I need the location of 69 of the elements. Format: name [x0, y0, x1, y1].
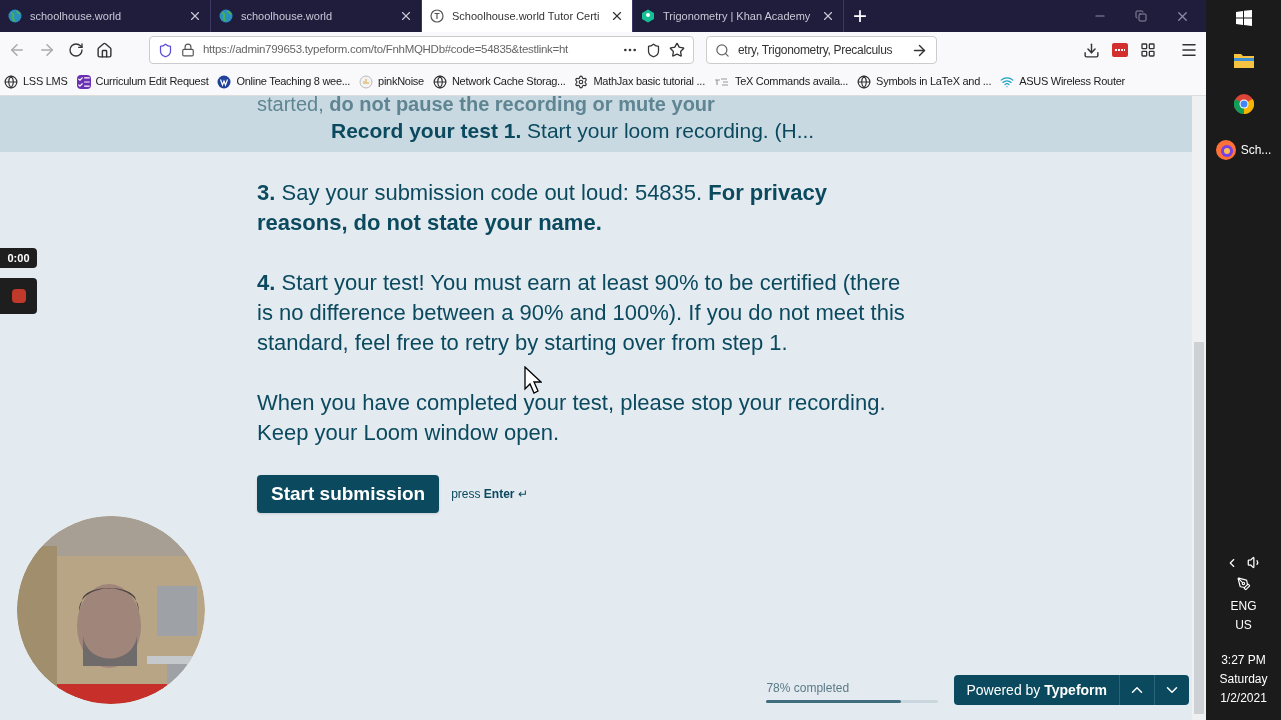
- scribble-icon: [713, 76, 730, 87]
- list-icon: [76, 74, 91, 89]
- bookmark-link[interactable]: Symbols in LaTeX and ...: [876, 73, 992, 90]
- hexagon-icon: [641, 9, 655, 23]
- menu-icon[interactable]: [1180, 41, 1198, 59]
- dots-extension-icon[interactable]: [1112, 43, 1128, 57]
- globe-icon: [4, 74, 18, 89]
- instruction-paragraph: When you have completed your test, please stop your recording. Keep your Loom window open.: [257, 389, 887, 447]
- firefox-icon[interactable]: [1215, 140, 1236, 160]
- tab-title: schoolhouse.world: [241, 8, 334, 24]
- bookmark-link[interactable]: Online Teaching 8 wee...: [236, 73, 351, 90]
- circle-logo-icon: [217, 74, 232, 89]
- bookmark-link[interactable]: TeX Commands availa...: [734, 73, 849, 90]
- faded-text: started, do not pause the recording or mute your: [257, 96, 715, 115]
- url-text: https://admin799653.typeform.com/to/FnhMQHDb#code=54835&testlink=ht: [203, 42, 569, 58]
- bookmark-link[interactable]: Network Cache Storag...: [451, 73, 566, 90]
- home-icon[interactable]: [96, 41, 113, 59]
- bookmark-link[interactable]: MathJax basic tutorial ...: [593, 73, 705, 90]
- chrome-icon[interactable]: [1233, 94, 1254, 114]
- tab-title: schoolhouse.world: [30, 8, 123, 24]
- browser-tab[interactable]: Schoolhouse.world Tutor Certi: [422, 0, 633, 32]
- start-submission-button[interactable]: Start submission: [257, 475, 440, 513]
- pen-icon[interactable]: [1236, 577, 1251, 591]
- lock-icon: [181, 43, 195, 57]
- wifi-icon: [1000, 74, 1015, 89]
- bookmark-link[interactable]: Curriculum Edit Request: [95, 73, 209, 90]
- clock-date[interactable]: 1/2/2021: [1220, 690, 1267, 706]
- press-enter-hint: press Enter ↵: [451, 486, 528, 502]
- reload-icon[interactable]: [68, 42, 84, 58]
- instruction-paragraph: 3. Say your submission code out loud: 54835. For privacy reasons, do not state your name.: [257, 179, 828, 237]
- circle-icon: [430, 9, 444, 23]
- instruction-paragraph: 4. Start your test! You must earn at least 90% to be certified (there is no difference between a 90% and 100%). If you do not meet this standard, feel free to retry by starting over from step 1.: [257, 269, 906, 357]
- restore-icon[interactable]: [1135, 10, 1147, 22]
- globe-icon: [857, 74, 872, 89]
- mouse-cursor-icon: [524, 366, 542, 394]
- windows-icon[interactable]: [1235, 10, 1252, 26]
- star-icon[interactable]: [669, 42, 685, 58]
- grid-icon[interactable]: [1140, 42, 1156, 58]
- new-tab-button[interactable]: +: [844, 0, 876, 32]
- tab-title: Trigonometry | Khan Academy: [663, 8, 812, 24]
- clock-time[interactable]: 3:27 PM: [1221, 652, 1266, 668]
- language-text[interactable]: ENG: [1230, 598, 1257, 614]
- search-icon: [715, 42, 730, 58]
- close-icon[interactable]: [610, 9, 624, 23]
- shield-icon: [158, 42, 173, 58]
- app-label[interactable]: Sch...: [1240, 142, 1272, 158]
- tab-title: Schoolhouse.world Tutor Certi: [452, 8, 601, 24]
- circle-icon: [359, 74, 374, 89]
- region-text[interactable]: US: [1235, 617, 1252, 633]
- folder-icon[interactable]: [1233, 52, 1254, 68]
- gear-icon: [574, 74, 589, 89]
- globe-icon: [219, 9, 233, 23]
- progress-label: 78% completed: [766, 680, 851, 696]
- bookmark-link[interactable]: ASUS Wireless Router: [1019, 73, 1125, 90]
- stop-recording-button[interactable]: [0, 278, 37, 314]
- download-icon[interactable]: [1083, 41, 1100, 59]
- bookmark-link[interactable]: LSS LMS: [23, 73, 68, 90]
- loom-timer: 0:00: [0, 248, 37, 268]
- bookmark-link[interactable]: pinkNoise: [378, 73, 424, 90]
- address-bar[interactable]: https://admin799653.typeform.com/to/FnhMQHDb#code=54835&testlink=ht: [149, 36, 694, 64]
- close-icon[interactable]: [188, 9, 202, 23]
- close-icon[interactable]: [399, 9, 413, 23]
- header-text: Record your test 1. Start your loom recording. (H...: [331, 118, 815, 144]
- search-field[interactable]: etry, Trigonometry, Precalculus: [706, 36, 937, 64]
- close-icon[interactable]: [821, 9, 835, 23]
- clock-day[interactable]: Saturday: [1219, 671, 1268, 687]
- search-text: etry, Trigonometry, Precalculus: [738, 42, 894, 59]
- globe-icon: [432, 74, 447, 89]
- globe-icon: [8, 9, 22, 23]
